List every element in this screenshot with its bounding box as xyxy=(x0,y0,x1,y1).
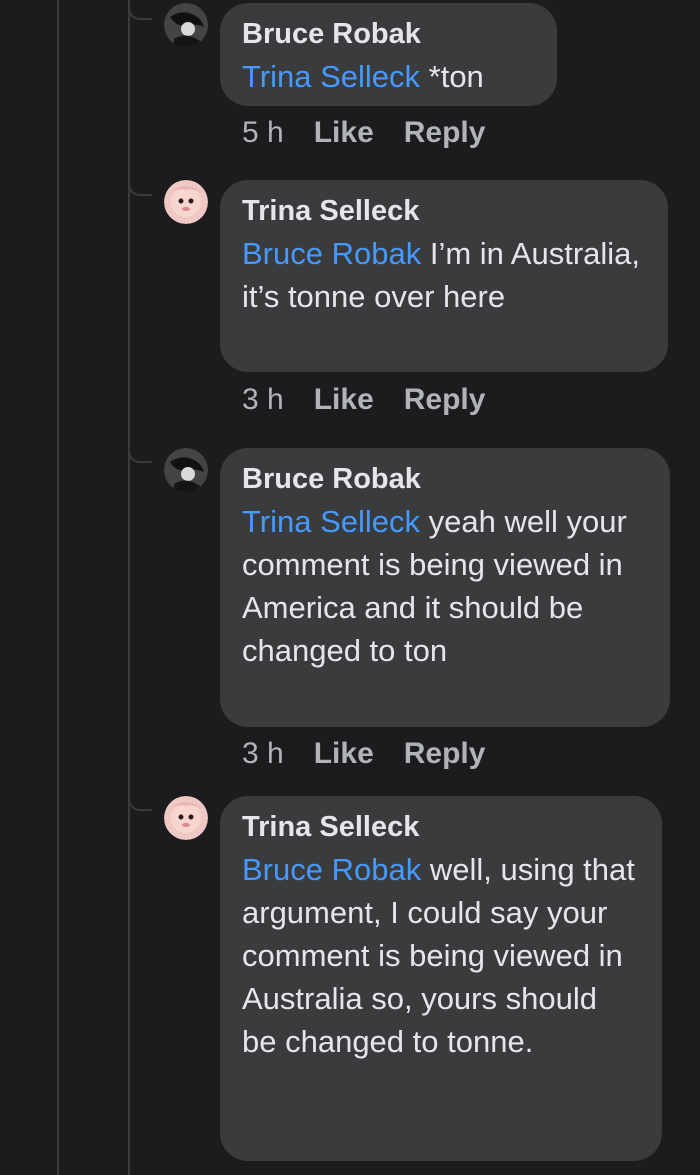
thread-line-outer xyxy=(57,0,59,1175)
avatar-bruce-robak[interactable] xyxy=(164,3,208,47)
avatar-trina-selleck[interactable] xyxy=(164,180,208,224)
comment-author[interactable]: Trina Selleck xyxy=(242,194,646,228)
like-button[interactable]: Like xyxy=(314,116,374,150)
like-button[interactable]: Like xyxy=(314,737,374,771)
comment-actions: 3 h Like Reply xyxy=(242,737,485,771)
avatar-bruce-robak[interactable] xyxy=(164,448,208,492)
mention-link[interactable]: Bruce Robak xyxy=(242,852,421,887)
comment-author[interactable]: Bruce Robak xyxy=(242,462,648,496)
mention-link[interactable]: Trina Selleck xyxy=(242,59,420,94)
comment-bubble: Trina Selleck Bruce Robak I’m in Austral… xyxy=(220,180,668,372)
comment-actions: 3 h Like Reply xyxy=(242,383,485,417)
comment-timestamp[interactable]: 3 h xyxy=(242,383,284,417)
comment-author[interactable]: Trina Selleck xyxy=(242,810,640,844)
pink-profile-avatar-icon xyxy=(164,180,208,224)
comment-text: Bruce Robak I’m in Australia, it’s tonne… xyxy=(242,232,646,318)
reply-button[interactable]: Reply xyxy=(404,383,486,417)
reply-connector xyxy=(128,176,152,196)
comment-body: *ton xyxy=(420,59,484,94)
mention-link[interactable]: Trina Selleck xyxy=(242,504,420,539)
dark-profile-avatar-icon xyxy=(164,3,208,47)
dark-profile-avatar-icon xyxy=(164,448,208,492)
avatar-trina-selleck[interactable] xyxy=(164,796,208,840)
reply-button[interactable]: Reply xyxy=(404,116,486,150)
comment-bubble: Bruce Robak Trina Selleck yeah well your… xyxy=(220,448,670,727)
comment-author[interactable]: Bruce Robak xyxy=(242,17,535,51)
comment-timestamp[interactable]: 5 h xyxy=(242,116,284,150)
reply-connector xyxy=(128,0,152,20)
reply-button[interactable]: Reply xyxy=(404,737,486,771)
comment-timestamp[interactable]: 3 h xyxy=(242,737,284,771)
comment-text: Trina Selleck *ton xyxy=(242,55,535,98)
reply-connector xyxy=(128,791,152,811)
comment-text: Trina Selleck yeah well your comment is … xyxy=(242,500,648,672)
comment-bubble: Bruce Robak Trina Selleck *ton xyxy=(220,3,557,106)
comment-bubble: Trina Selleck Bruce Robak well, using th… xyxy=(220,796,662,1161)
like-button[interactable]: Like xyxy=(314,383,374,417)
comment-text: Bruce Robak well, using that argument, I… xyxy=(242,848,640,1063)
comment-actions: 5 h Like Reply xyxy=(242,116,485,150)
reply-connector xyxy=(128,443,152,463)
pink-profile-avatar-icon xyxy=(164,796,208,840)
mention-link[interactable]: Bruce Robak xyxy=(242,236,421,271)
